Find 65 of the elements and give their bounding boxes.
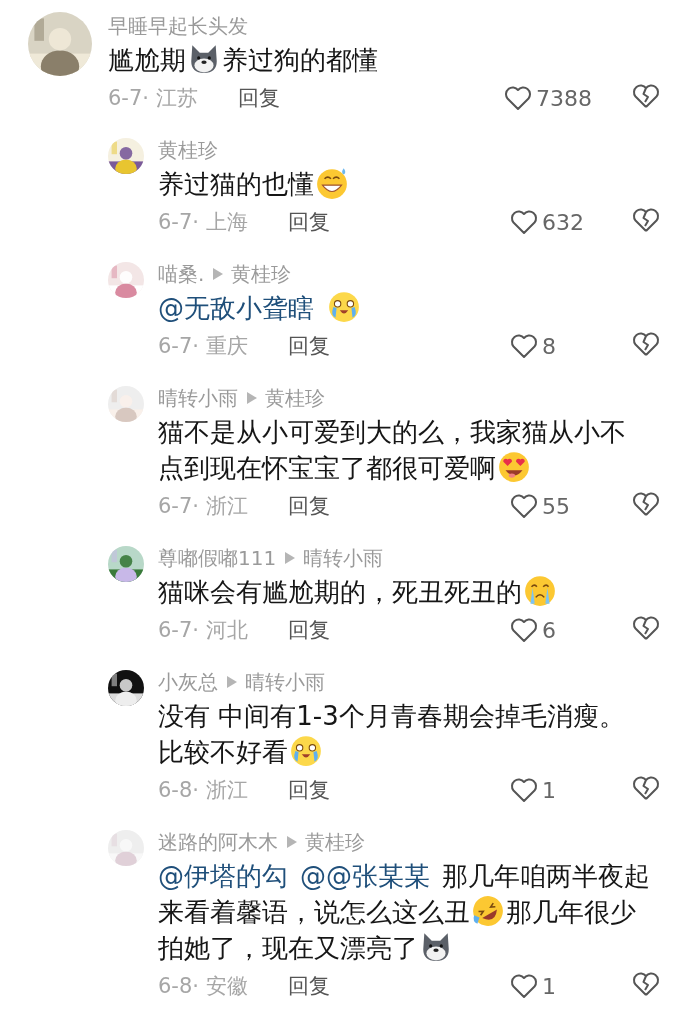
triangle-icon — [212, 268, 224, 280]
like-count: 55 — [542, 493, 571, 519]
comment-text: 猫咪会有尴尬期的，死丑死丑的 — [158, 574, 690, 610]
reply-button[interactable]: 回复 — [238, 84, 280, 112]
date-location: 6-8· 安徽 — [158, 973, 249, 1000]
reply-button[interactable]: 回复 — [288, 208, 330, 236]
broken-heart-icon[interactable] — [632, 83, 660, 109]
triangle-icon — [226, 676, 237, 688]
heart-icon[interactable] — [510, 617, 538, 643]
username[interactable]: 尊嘟假嘟111 — [158, 544, 277, 572]
reply-target-username[interactable]: 晴转小雨 — [245, 668, 325, 696]
triangle-icon — [246, 392, 257, 404]
reply-target-username[interactable]: 黄桂珍 — [305, 828, 365, 856]
username[interactable]: 迷路的阿木木 — [158, 828, 278, 856]
like-count: 6 — [542, 617, 557, 643]
username[interactable]: 喵桑. — [158, 260, 205, 288]
crying-emoji-icon — [327, 290, 361, 324]
heart-icon[interactable] — [510, 777, 538, 803]
date-location: 6-7· 浙江 — [158, 493, 249, 520]
broken-heart-icon[interactable] — [632, 331, 660, 357]
comment-text: @无敌小聋瞎 — [158, 290, 690, 326]
sobbing-emoji-icon — [523, 574, 557, 608]
comment-text: 猫不是从小可爱到大的么，我家猫从小不点到现在怀宝宝了都很可爱啊 — [158, 416, 627, 486]
reply-target-username[interactable]: 黄桂珍 — [231, 260, 292, 288]
like-count: 1 — [542, 973, 557, 999]
date-location: 6-7· 江苏 — [108, 85, 199, 112]
broken-heart-icon[interactable] — [632, 615, 660, 641]
reply-button[interactable]: 回复 — [288, 332, 330, 360]
heart-eyes-emoji-icon — [497, 450, 531, 484]
grin-sweat-emoji-icon — [315, 166, 349, 200]
like-count: 632 — [542, 209, 585, 235]
like-count: 1 — [542, 777, 557, 803]
reply-button[interactable]: 回复 — [288, 492, 330, 520]
broken-heart-icon[interactable] — [632, 491, 660, 517]
comment-text: 养过猫的也懂 — [158, 166, 690, 202]
broken-heart-icon[interactable] — [632, 775, 660, 801]
username[interactable]: 晴转小雨 — [158, 384, 238, 412]
heart-icon[interactable] — [510, 493, 538, 519]
comment-text: 尴尬期 养过狗的都懂 — [108, 42, 690, 78]
reply-button[interactable]: 回复 — [288, 972, 330, 1000]
username[interactable]: 小灰总 — [158, 668, 218, 696]
crying-emoji-icon — [289, 734, 323, 768]
like-count: 7388 — [536, 85, 592, 111]
heart-icon[interactable] — [510, 209, 538, 235]
comment-text: @伊塔的勾 @@张某某 那几年咱两半夜起来看着馨语，说怎么这么丑 那几年很少拍她了，现在又漂亮了 — [158, 860, 651, 966]
broken-heart-icon[interactable] — [632, 971, 660, 997]
heart-icon[interactable] — [510, 973, 538, 999]
broken-heart-icon[interactable] — [632, 207, 660, 233]
reply-target-username[interactable]: 黄桂珍 — [265, 384, 325, 412]
date-location: 6-7· 上海 — [158, 209, 249, 236]
username[interactable]: 早睡早起长头发 — [108, 12, 248, 40]
triangle-icon — [286, 836, 297, 848]
date-location: 6-8· 浙江 — [158, 777, 249, 804]
heart-icon[interactable] — [504, 85, 532, 111]
heart-icon[interactable] — [510, 333, 538, 359]
like-count: 8 — [542, 333, 557, 359]
laughing-emoji-icon — [471, 894, 505, 928]
username[interactable]: 黄桂珍 — [158, 136, 218, 164]
date-location: 6-7· 河北 — [158, 617, 249, 644]
date-location: 6-7· 重庆 — [158, 333, 249, 360]
triangle-icon — [284, 552, 296, 564]
reply-target-username[interactable]: 晴转小雨 — [303, 544, 384, 572]
reply-button[interactable]: 回复 — [288, 616, 330, 644]
reply-button[interactable]: 回复 — [288, 776, 330, 804]
comment-text: 没有 中间有1-3个月青春期会掉毛消瘦。比较不好看 — [158, 700, 626, 770]
